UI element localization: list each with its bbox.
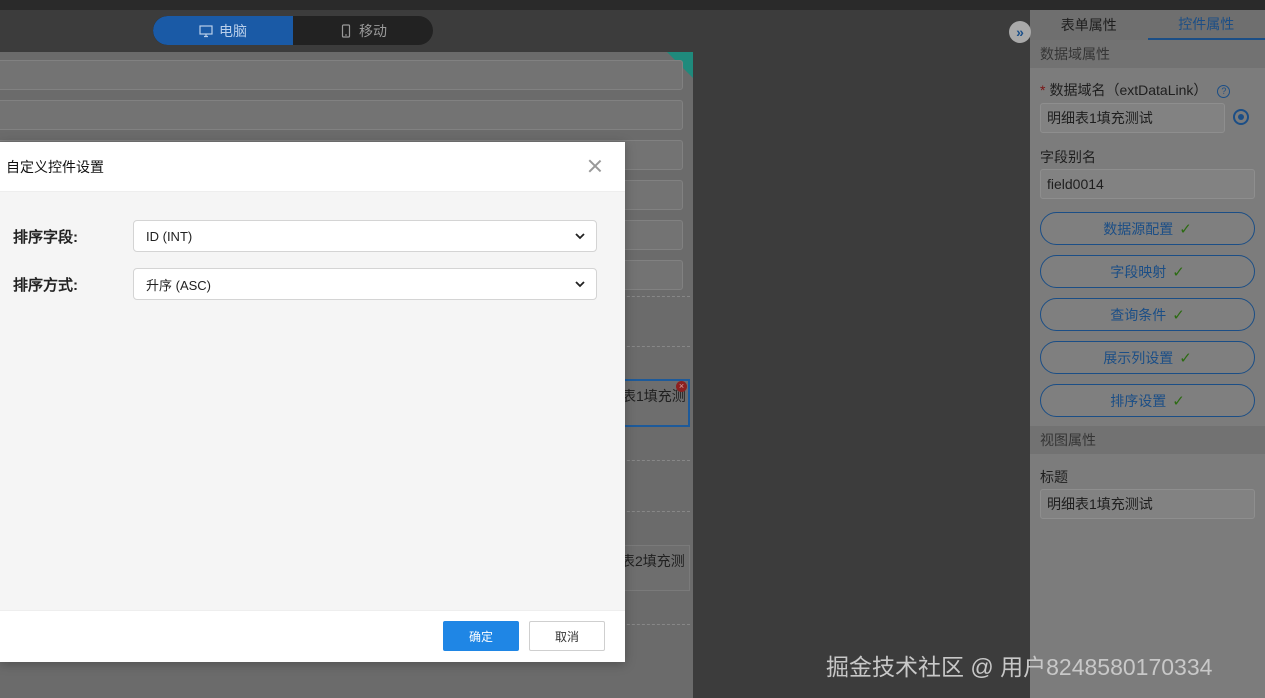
title-input[interactable]: 明细表1填充测试 [1040,489,1255,519]
display-columns-label: 展示列设置 [1103,349,1174,366]
title-value: 明细表1填充测试 [1047,496,1153,512]
collapse-panel-icon[interactable]: » [1009,21,1031,43]
watermark: 掘金技术社区 @ 用户8248580170334 [826,654,1213,680]
query-conditions-button[interactable]: 查询条件 ✓ [1040,298,1255,331]
data-source-config-button[interactable]: 数据源配置 ✓ [1040,212,1255,245]
mobile-view-label: 移动 [359,22,387,39]
view-section-header: 视图属性 [1030,426,1265,454]
top-bar [0,0,1265,10]
custom-control-settings-dialog: 自定义控件设置 排序字段: ID (INT) 排序方式: 升序 (ASC) 确定… [0,142,625,662]
form-field[interactable] [0,100,683,130]
check-icon: ✓ [1172,263,1185,281]
sort-order-select[interactable]: 升序 (ASC) [133,268,597,300]
sort-field-row: 排序字段: ID (INT) [13,220,597,252]
data-name-input[interactable]: 明细表1填充测试 [1040,103,1225,133]
sort-order-row: 排序方式: 升序 (ASC) [13,268,597,300]
close-icon[interactable] [587,158,603,174]
sort-field-value: ID (INT) [146,228,193,244]
title-label: 标题 [1040,469,1068,485]
dialog-header: 自定义控件设置 [0,142,625,192]
detail-table-1[interactable]: 表1填充测 × [620,379,690,427]
sort-settings-button[interactable]: 排序设置 ✓ [1040,384,1255,417]
data-section-header: 数据域属性 [1030,40,1265,68]
sort-settings-label: 排序设置 [1110,392,1167,409]
phone-icon [341,23,351,38]
device-toggle: 电脑 移动 [153,16,433,45]
display-columns-button[interactable]: 展示列设置 ✓ [1040,341,1255,374]
data-name-value: 明细表1填充测试 [1047,110,1153,126]
sort-order-label: 排序方式: [13,276,78,294]
confirm-button[interactable]: 确定 [443,621,519,651]
field-mapping-button[interactable]: 字段映射 ✓ [1040,255,1255,288]
dialog-footer: 确定 取消 [0,610,625,662]
help-icon[interactable]: ? [1217,84,1231,98]
sort-field-select[interactable]: ID (INT) [133,220,597,252]
chevron-down-icon [575,233,585,240]
check-icon: ✓ [1179,349,1192,367]
detail-table-2[interactable]: 表2填充测 [620,545,690,591]
form-field[interactable] [0,60,683,90]
dialog-title: 自定义控件设置 [6,158,104,175]
required-mark: * [1040,82,1046,98]
alias-label: 字段别名 [1040,149,1096,165]
check-icon: ✓ [1172,392,1185,410]
detail-table-2-label: 表2填充测 [621,553,685,569]
cancel-button[interactable]: 取消 [529,621,605,651]
mobile-view-button[interactable]: 移动 [293,16,433,45]
tab-form-properties[interactable]: 表单属性 [1030,10,1148,40]
alias-value: field0014 [1047,176,1104,192]
desktop-view-button[interactable]: 电脑 [153,16,293,45]
link-icon[interactable] [1233,109,1249,125]
sort-order-value: 升序 (ASC) [146,277,212,293]
query-conditions-label: 查询条件 [1110,306,1167,323]
detail-table-1-label: 表1填充测 [622,388,686,404]
desktop-view-label: 电脑 [219,22,247,39]
field-mapping-label: 字段映射 [1110,263,1167,280]
data-name-label-row: * 数据域名（extDataLink）? [1040,80,1231,100]
tab-control-properties[interactable]: 控件属性 [1147,10,1265,40]
check-icon: ✓ [1179,220,1192,238]
chevron-down-icon [575,281,585,288]
alias-input[interactable]: field0014 [1040,169,1255,199]
check-icon: ✓ [1172,306,1185,324]
data-source-config-label: 数据源配置 [1103,220,1174,237]
data-name-label: 数据域名（extDataLink） [1049,82,1208,98]
panel-tabs: 表单属性 控件属性 [1030,10,1265,40]
delete-icon[interactable]: × [676,381,687,392]
properties-panel: 表单属性 控件属性 数据域属性 * 数据域名（extDataLink）? 明细表1… [1030,10,1265,698]
monitor-icon [199,24,213,37]
sort-field-label: 排序字段: [13,228,78,246]
